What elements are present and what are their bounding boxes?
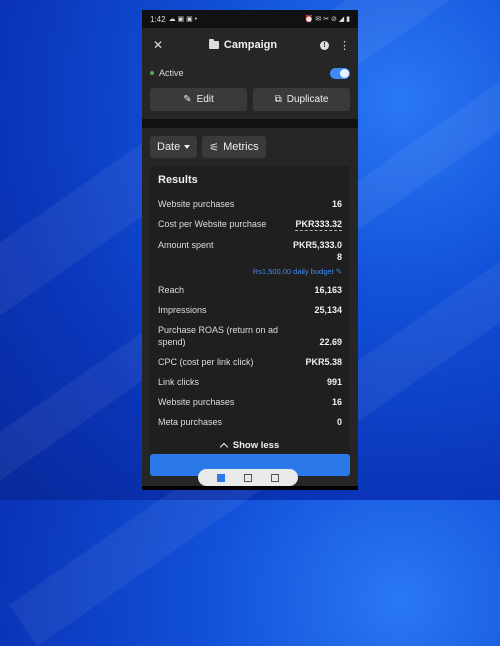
metric-value: 16 xyxy=(331,199,342,209)
dropdown-icon xyxy=(184,145,191,149)
metric-row: Reach 16,163 xyxy=(158,280,342,300)
edit-label: Edit xyxy=(196,94,214,105)
metrics-button[interactable]: ⚟ Metrics xyxy=(202,136,266,158)
status-bar: 1:42 ☁ ▣ ▣ • ⏰ ✉ ✂ ⊘ ◢ ▮ xyxy=(142,10,358,28)
metric-row: Website purchases 16 xyxy=(158,194,342,214)
close-icon[interactable]: ✕ xyxy=(150,37,166,53)
action-row: ✎ Edit ⧉ Duplicate xyxy=(142,84,358,119)
active-toggle[interactable] xyxy=(330,67,350,79)
metric-value: 991 xyxy=(326,377,342,387)
top-bar: ✕ Campaign ! ⋮ xyxy=(142,28,358,62)
recent-apps-icon[interactable] xyxy=(217,473,226,482)
metric-row: Link clicks 991 xyxy=(158,372,342,392)
metrics-label: Metrics xyxy=(223,141,259,153)
metric-label: Website purchases xyxy=(158,397,235,407)
metric-value: PKR5,333.0 8 xyxy=(292,240,342,262)
date-label: Date xyxy=(157,141,181,153)
chevron-up-icon xyxy=(219,442,229,452)
metric-label: Cost per Website purchase xyxy=(158,219,267,229)
duplicate-label: Duplicate xyxy=(286,94,329,105)
show-less-label: Show less xyxy=(232,440,280,451)
date-filter-button[interactable]: Date xyxy=(150,136,198,158)
copy-icon: ⧉ xyxy=(274,94,282,105)
more-menu-icon[interactable]: ⋮ xyxy=(339,39,350,52)
metric-value: PKR5.38 xyxy=(305,357,342,367)
show-less-button[interactable]: Show less xyxy=(158,432,342,455)
status-label: Active xyxy=(159,68,184,78)
metric-value: 0 xyxy=(336,417,342,427)
metric-value: 16,163 xyxy=(314,285,342,295)
metric-value: 22.69 xyxy=(319,337,342,347)
metric-label: Link clicks xyxy=(158,377,200,387)
grid-icon[interactable] xyxy=(243,473,252,482)
filter-row: Date ⚟ Metrics xyxy=(150,136,350,158)
title-text: Campaign xyxy=(223,39,278,51)
metric-label: CPC (cost per link click) xyxy=(158,357,254,367)
results-title: Results xyxy=(158,174,198,186)
main-content: Date ⚟ Metrics Results Website purchases… xyxy=(142,128,358,490)
folder-icon xyxy=(208,39,219,49)
active-dot-icon xyxy=(150,71,154,75)
metric-row: Impressions 25,134 xyxy=(158,300,342,320)
metric-value: 16 xyxy=(331,397,342,407)
metric-row: Meta purchases 0 xyxy=(158,412,342,432)
metric-value: 25,134 xyxy=(314,305,342,315)
system-icons: ⏰ ✉ ✂ ⊘ ◢ ▮ xyxy=(304,16,350,23)
metric-value[interactable]: PKR333.32 xyxy=(295,218,342,231)
system-nav-bar xyxy=(198,469,298,486)
metric-label: Amount spent xyxy=(158,240,214,250)
sliders-icon: ⚟ xyxy=(209,141,220,154)
results-card: Results Website purchases 16 Cost per We… xyxy=(150,166,350,461)
metric-label: Website purchases xyxy=(158,199,235,209)
metric-label: Purchase ROAS (return on ad spend) xyxy=(158,325,279,347)
metric-label: Impressions xyxy=(158,305,207,315)
metric-row: Cost per Website purchase PKR333.32 xyxy=(158,214,342,235)
metric-label: Meta purchases xyxy=(158,417,223,427)
notification-icons: ☁ ▣ ▣ • xyxy=(168,16,198,23)
gesture-area xyxy=(142,486,358,490)
pencil-icon: ✎ xyxy=(183,94,192,105)
status-row: Active xyxy=(142,62,358,84)
edit-button[interactable]: ✎ Edit xyxy=(150,88,247,111)
metric-row: Purchase ROAS (return on ad spend) 22.69 xyxy=(158,320,342,352)
status-time: 1:42 xyxy=(150,14,166,24)
info-icon[interactable]: ! xyxy=(320,40,329,50)
phone-screen: 1:42 ☁ ▣ ▣ • ⏰ ✉ ✂ ⊘ ◢ ▮ ✕ Campaign ! ⋮ … xyxy=(142,10,358,490)
duplicate-button[interactable]: ⧉ Duplicate xyxy=(253,88,350,111)
metric-row: Website purchases 16 xyxy=(158,392,342,412)
square-icon[interactable] xyxy=(270,473,279,482)
metric-label: Reach xyxy=(158,285,185,295)
page-title: Campaign xyxy=(166,39,320,51)
metric-row: CPC (cost per link click) PKR5.38 xyxy=(158,352,342,372)
daily-budget-link[interactable]: Rs1,500.00 daily budget ✎ xyxy=(158,267,342,280)
metric-row: Amount spent PKR5,333.0 8 xyxy=(158,235,342,267)
section-divider xyxy=(142,119,358,128)
